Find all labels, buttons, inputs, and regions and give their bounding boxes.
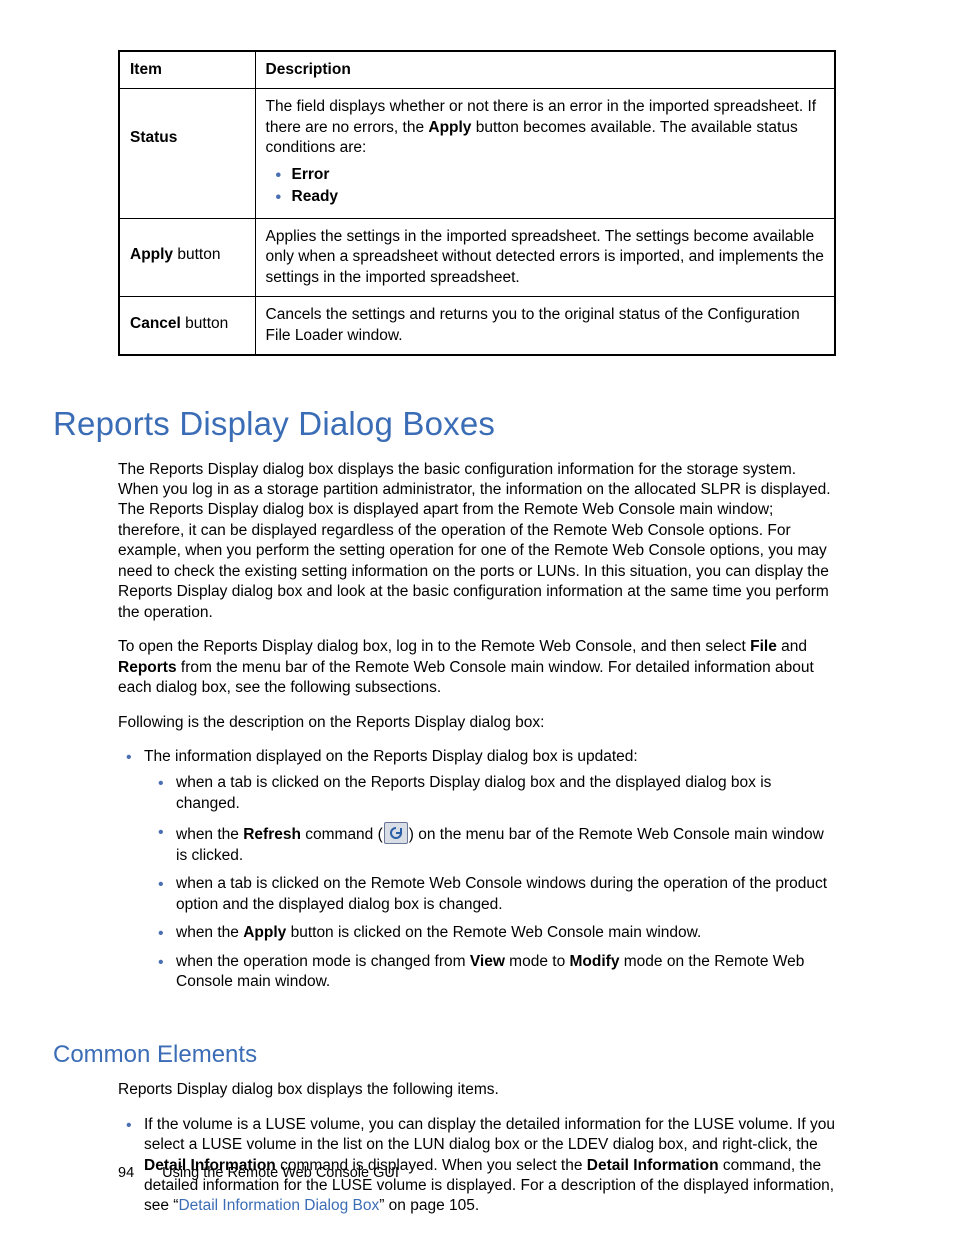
table-header-desc: Description bbox=[255, 51, 835, 89]
table-header-item: Item bbox=[119, 51, 255, 89]
para-intro: The Reports Display dialog box displays … bbox=[118, 460, 836, 624]
update-item-tab: when a tab is clicked on the Reports Dis… bbox=[170, 773, 836, 822]
row-status-desc: The field displays whether or not there … bbox=[255, 89, 835, 218]
section-heading: Reports Display Dialog Boxes bbox=[53, 402, 836, 446]
row-status-label: Status bbox=[130, 128, 177, 148]
status-bullet-ready: Ready bbox=[292, 187, 824, 209]
update-item-mode: when the operation mode is changed from … bbox=[170, 952, 836, 1001]
page-footer: 94 Using the Remote Web Console GUI bbox=[118, 1164, 399, 1183]
page-number: 94 bbox=[118, 1164, 134, 1183]
update-list: The information displayed on the Reports… bbox=[118, 747, 836, 1007]
update-item-apply: when the Apply button is clicked on the … bbox=[170, 923, 836, 951]
row-cancel-label: Cancel button bbox=[130, 314, 228, 334]
refresh-icon bbox=[384, 822, 408, 844]
detail-info-link[interactable]: Detail Information Dialog Box bbox=[178, 1197, 379, 1214]
update-item-refresh: when the Refresh command () on the menu … bbox=[170, 822, 836, 874]
para-open: To open the Reports Display dialog box, … bbox=[118, 637, 836, 698]
subsection-heading: Common Elements bbox=[53, 1039, 836, 1071]
row-apply-desc: Applies the settings in the imported spr… bbox=[255, 218, 835, 296]
update-item-tab-windows: when a tab is clicked on the Remote Web … bbox=[170, 874, 836, 923]
para-common-lead: Reports Display dialog box displays the … bbox=[118, 1080, 836, 1100]
para-desc-lead: Following is the description on the Repo… bbox=[118, 713, 836, 733]
config-table: Item Description Status The field displa… bbox=[118, 50, 836, 356]
row-cancel-desc: Cancels the settings and returns you to … bbox=[255, 297, 835, 355]
update-list-lead: The information displayed on the Reports… bbox=[144, 748, 638, 765]
row-apply-label: Apply button bbox=[130, 245, 220, 265]
status-bullet-error: Error bbox=[292, 165, 824, 187]
footer-title: Using the Remote Web Console GUI bbox=[162, 1165, 399, 1181]
